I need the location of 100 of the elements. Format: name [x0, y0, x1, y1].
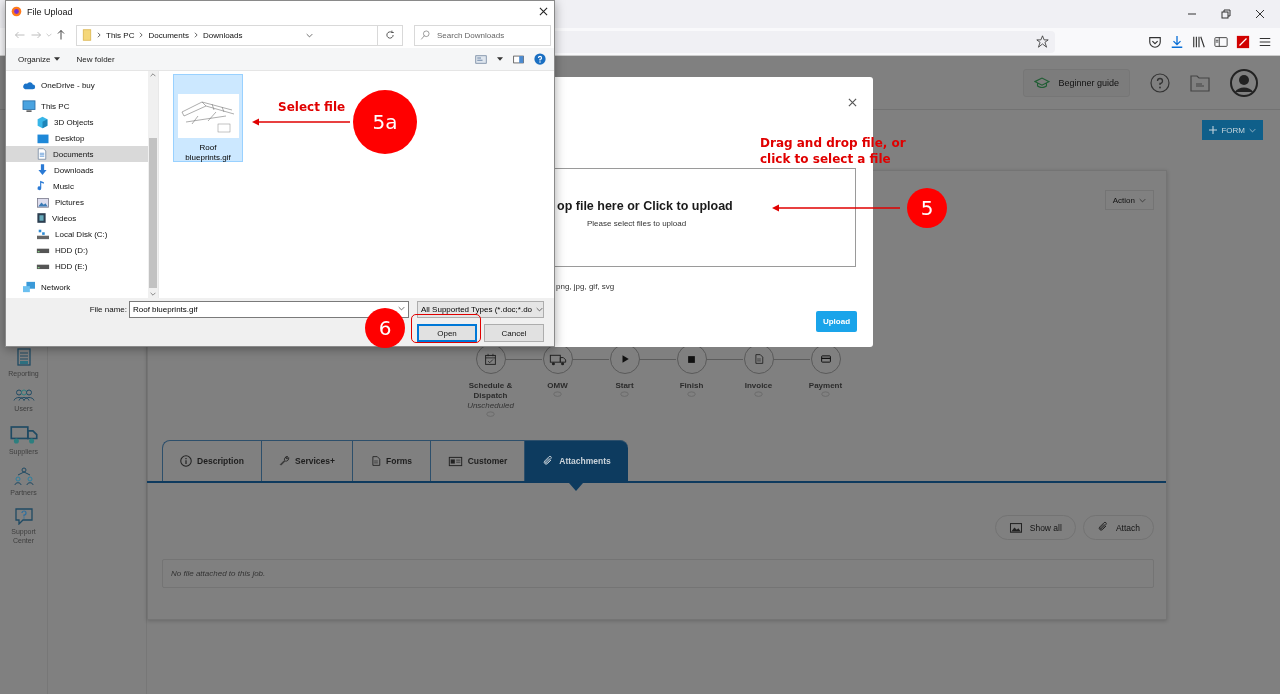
close-icon[interactable]	[1255, 9, 1265, 19]
toolbar-button[interactable]: Organize	[18, 54, 61, 64]
cube-icon	[36, 115, 49, 129]
folder-icon	[82, 29, 92, 41]
dialog-title: File Upload	[27, 6, 73, 17]
dialog-button[interactable]: Cancel	[484, 324, 544, 342]
folder-tree-item[interactable]: Music	[6, 178, 148, 194]
folder-tree-item[interactable]: This PC	[6, 98, 148, 114]
folder-tree-item[interactable]: HDD (D:)	[6, 242, 148, 258]
folder-tree-item[interactable]: Local Disk (C:)	[6, 226, 148, 242]
avatar-icon[interactable]	[1230, 68, 1258, 97]
info-icon	[180, 455, 193, 467]
extension-icon[interactable]	[1236, 34, 1250, 49]
file-item[interactable]: Roof blueprints.gif	[173, 74, 243, 162]
folder-tree-item[interactable]: Videos	[6, 210, 148, 226]
tab[interactable]: Attachments	[524, 440, 628, 481]
add-form-button[interactable]: FORM	[1202, 120, 1263, 140]
star-icon[interactable]	[1036, 35, 1049, 48]
dropzone-hint: Please select files to upload	[587, 219, 687, 228]
paperclip-icon	[1096, 521, 1109, 534]
chevron-right-icon	[97, 32, 101, 38]
chevron-down-icon	[1249, 127, 1256, 133]
computer-icon	[22, 100, 36, 112]
tab[interactable]: Forms	[352, 440, 430, 481]
partners-icon[interactable]	[13, 466, 34, 486]
download-icon[interactable]	[1170, 34, 1184, 49]
help-icon[interactable]	[534, 53, 546, 65]
plus-icon	[1209, 126, 1218, 134]
workflow-step-label: Invoice	[743, 381, 774, 391]
report-icon[interactable]	[15, 347, 32, 367]
workflow-status: Unscheduled	[467, 401, 514, 411]
credit-card-icon	[819, 354, 832, 364]
search-field[interactable]: Search Downloads	[414, 24, 551, 46]
help-icon[interactable]	[1150, 72, 1170, 93]
workflow-step-label: Payment	[807, 381, 844, 391]
address-field[interactable]: This PC Documents Downloads	[76, 24, 403, 46]
sidebar-icon[interactable]	[1214, 34, 1228, 49]
folder-tree-item[interactable]: Pictures	[6, 194, 148, 210]
chevron-down-icon[interactable]	[306, 32, 314, 38]
scrollbar[interactable]	[148, 71, 158, 298]
hard-drive-icon	[36, 246, 50, 254]
tab[interactable]: Services+	[261, 440, 352, 481]
network-icon	[22, 281, 36, 293]
close-button[interactable]	[537, 5, 550, 18]
truck-icon[interactable]	[548, 352, 567, 366]
chevron-down-icon[interactable]	[398, 306, 405, 311]
desktop-icon	[36, 132, 50, 144]
view-options-icon[interactable]	[475, 54, 487, 64]
toolbar-button[interactable]: Attach	[1082, 515, 1154, 540]
chevron-up-icon[interactable]	[150, 73, 156, 77]
file-name-label: File name:	[89, 305, 127, 314]
preview-pane-icon[interactable]	[513, 54, 524, 64]
allowed-types-text: png, jpg, gif, svg	[556, 282, 615, 291]
library-icon[interactable]	[1192, 34, 1206, 49]
step-badge: 5	[907, 188, 947, 228]
blueprint-thumbnail	[177, 94, 239, 138]
users-icon[interactable]	[12, 388, 35, 402]
pictures-icon	[36, 196, 50, 208]
paperclip-icon	[542, 454, 555, 468]
highlight-frame	[411, 314, 481, 343]
film-icon	[36, 211, 47, 225]
file-name-field[interactable]: Roof blueprints.gif	[129, 301, 409, 318]
action-button[interactable]: Action	[1104, 190, 1154, 210]
workflow-step-label: Finish	[678, 381, 705, 391]
cloud-icon	[22, 80, 36, 90]
breadcrumb-item[interactable]: Documents	[148, 30, 189, 40]
breadcrumb-item[interactable]: This PC	[106, 30, 135, 40]
close-button[interactable]	[848, 98, 857, 107]
folder-tree-item[interactable]: HDD (E:)	[6, 258, 148, 274]
breadcrumb-item[interactable]: Downloads	[202, 30, 243, 40]
toolbar-button[interactable]: New folder	[76, 54, 115, 64]
restore-icon[interactable]	[1221, 9, 1231, 19]
tab[interactable]: Description	[162, 440, 261, 481]
toolbar-button[interactable]: Show all	[994, 515, 1076, 540]
chevron-down-icon[interactable]	[150, 292, 156, 296]
folder-tree-item[interactable]: Desktop	[6, 130, 148, 146]
folder-tree-item[interactable]: OneDrive - buy	[6, 77, 148, 93]
folder-tree-item[interactable]: Documents	[6, 146, 148, 162]
hard-drive-icon	[36, 262, 50, 270]
refresh-icon[interactable]	[385, 30, 395, 40]
dialog-button[interactable]: Open	[417, 324, 477, 342]
stop-icon	[687, 354, 696, 364]
id-card-icon	[447, 455, 463, 467]
folder-icon[interactable]	[1190, 73, 1210, 92]
annotation-text: Select file	[278, 100, 346, 114]
document-icon	[371, 455, 381, 467]
tab[interactable]: Customer	[430, 440, 524, 481]
folder-tree-item[interactable]: Downloads	[6, 162, 148, 178]
folder-tree-item[interactable]: 3D Objects	[6, 114, 148, 130]
chevron-down-icon	[1139, 197, 1146, 203]
file-type-dropdown[interactable]: All Supported Types (*.doc;*.do	[417, 301, 544, 318]
folder-tree-item[interactable]: Network	[6, 279, 148, 295]
truck-icon[interactable]	[9, 423, 38, 445]
up-arrow-icon[interactable]	[56, 29, 66, 41]
beginner-guide-button[interactable]: Beginner guide	[1023, 68, 1130, 97]
calendar-icon	[484, 352, 497, 366]
question-bubble-icon[interactable]	[13, 507, 34, 525]
chevron-right-icon	[193, 32, 198, 38]
document-icon	[36, 147, 48, 161]
pocket-icon[interactable]	[1148, 34, 1162, 49]
